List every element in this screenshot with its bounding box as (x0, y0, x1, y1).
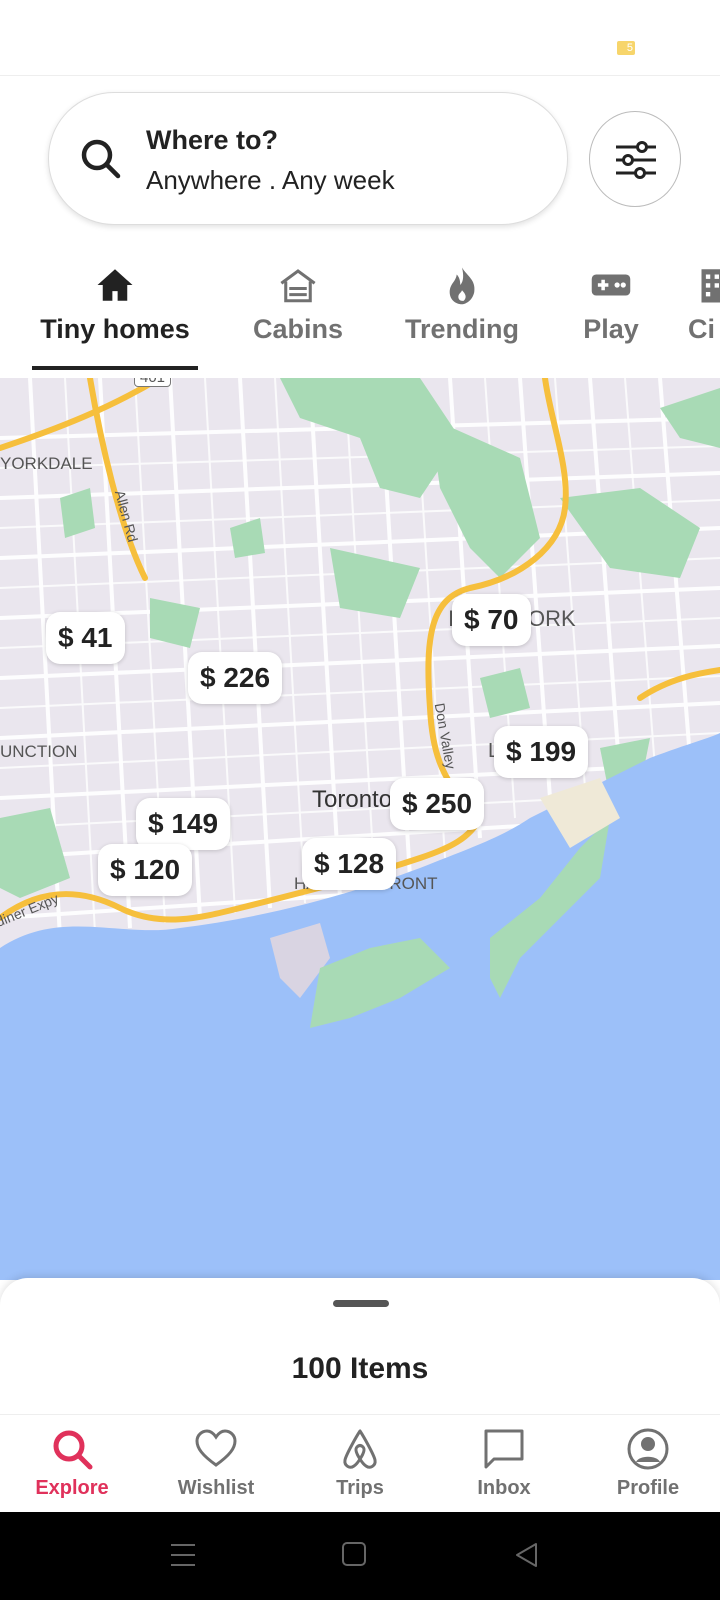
category-tiny-homes[interactable]: Tiny homes (32, 258, 198, 370)
category-label: Play (583, 314, 639, 344)
price-marker[interactable]: $ 250 (390, 778, 485, 830)
battery-icon: 5 (617, 41, 635, 55)
gamepad-icon (591, 274, 631, 296)
search-bar[interactable]: Where to? Anywhere . Any week (48, 92, 568, 225)
cabin-icon (280, 269, 316, 303)
message-icon (484, 1429, 524, 1469)
menu-icon[interactable] (170, 1542, 196, 1568)
system-nav-bar (0, 1512, 720, 1600)
drag-handle[interactable] (333, 1300, 389, 1307)
map-background (0, 378, 720, 1280)
nav-wishlist[interactable]: Wishlist (144, 1415, 288, 1513)
map-view[interactable]: 401 YORKDALE Allen Rd UNCTION Don Valley… (0, 378, 720, 1280)
nav-label: Wishlist (177, 1477, 255, 1499)
category-label: Ci (688, 314, 715, 344)
category-bar: Tiny homes Cabins Trending Play Ci (0, 258, 720, 378)
price-marker[interactable]: $ 120 (98, 844, 193, 896)
search-icon (53, 1430, 93, 1470)
nav-label: Trips (336, 1477, 384, 1499)
nav-inbox[interactable]: Inbox (432, 1415, 576, 1513)
map-label-yorkdale: YORKDALE (0, 454, 93, 473)
category-label: Trending (405, 314, 519, 344)
nav-profile[interactable]: Profile (576, 1415, 720, 1513)
nav-label: Inbox (477, 1477, 531, 1499)
category-label: Tiny homes (40, 314, 190, 344)
back-icon[interactable] (514, 1542, 538, 1568)
fire-icon (449, 267, 475, 305)
price-marker[interactable]: $ 199 (494, 726, 589, 778)
filter-button[interactable] (589, 111, 681, 207)
category-city[interactable]: Ci (688, 258, 720, 370)
category-cabins[interactable]: Cabins (248, 258, 348, 370)
nav-trips[interactable]: Trips (288, 1415, 432, 1513)
highway-shield-401: 401 (134, 378, 172, 387)
price-marker[interactable]: $ 149 (136, 798, 231, 850)
airbnb-logo-icon (343, 1429, 377, 1469)
bottom-nav: Explore Wishlist Trips Inbox Profile (0, 1414, 720, 1512)
search-subtitle: Anywhere . Any week (146, 165, 395, 195)
search-icon (81, 139, 121, 179)
user-circle-icon (627, 1428, 669, 1470)
category-trending[interactable]: Trending (396, 258, 528, 370)
filter-sliders-icon (616, 141, 656, 179)
house-icon (97, 269, 133, 301)
results-sheet[interactable]: 100 Items (0, 1278, 720, 1414)
nav-label: Profile (616, 1477, 680, 1499)
nav-label: Explore (35, 1477, 109, 1499)
map-label-york: ORK (528, 606, 576, 631)
nav-explore[interactable]: Explore (0, 1415, 144, 1513)
price-marker[interactable]: $ 41 (46, 612, 125, 664)
price-marker[interactable]: $ 70 (452, 594, 531, 646)
heart-icon (195, 1429, 237, 1467)
search-title: Where to? (146, 125, 278, 155)
home-icon[interactable] (342, 1542, 366, 1566)
price-marker[interactable]: $ 128 (302, 838, 397, 890)
building-icon (701, 269, 720, 303)
price-marker[interactable]: $ 226 (188, 652, 283, 704)
items-count: 100 Items (291, 1352, 429, 1385)
map-label-junction: UNCTION (0, 742, 78, 761)
category-label: Cabins (252, 314, 344, 344)
category-play[interactable]: Play (578, 258, 644, 370)
map-label-toronto: Toronto (312, 786, 393, 813)
battery-level: 5 (626, 42, 633, 54)
status-bar: 5 (0, 0, 720, 76)
